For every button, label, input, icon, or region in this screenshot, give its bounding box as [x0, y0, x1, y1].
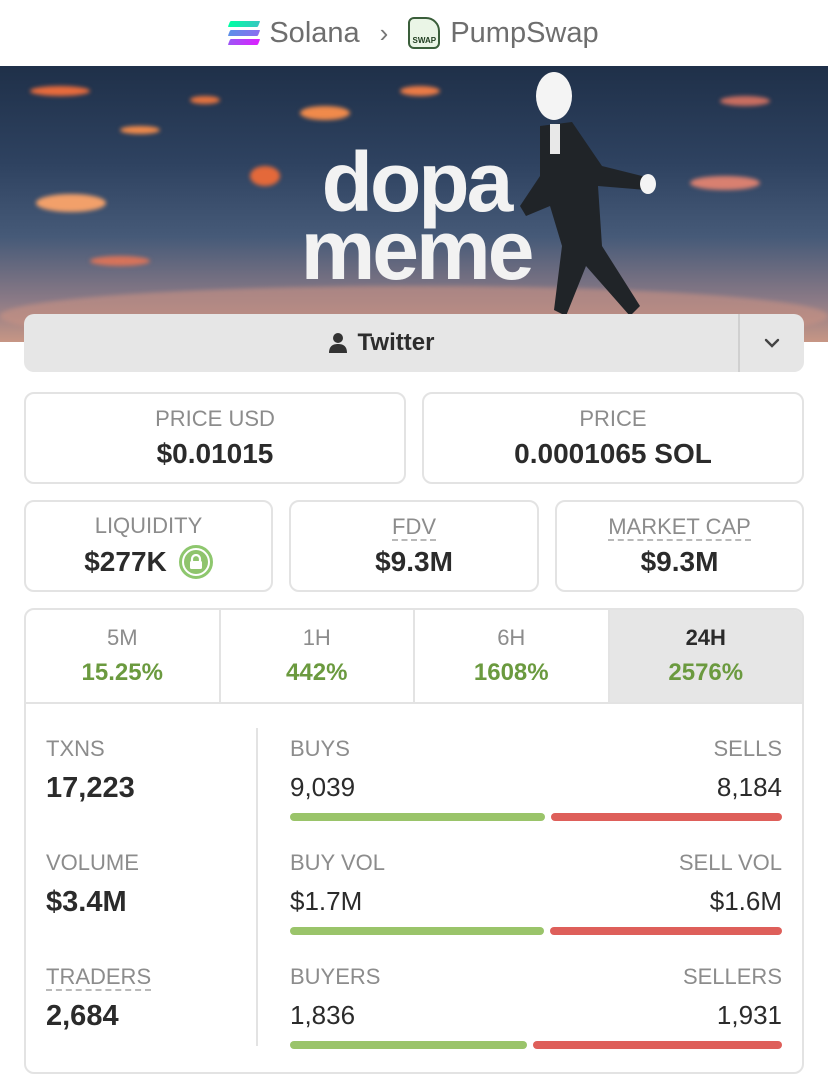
- social-links-bar: Twitter: [24, 314, 804, 372]
- price-change: 442%: [286, 659, 348, 686]
- chevron-right-icon: ›: [379, 17, 389, 48]
- chevron-down-icon: [764, 338, 780, 348]
- txns-stat: TXNS 17,223: [46, 736, 135, 804]
- buy-sell-volume-row: BUY VOL SELL VOL $1.7M $1.6M: [290, 850, 782, 935]
- tab-24h[interactable]: 24H 2576%: [609, 610, 802, 702]
- price-change: 1608%: [473, 659, 549, 686]
- twitter-button[interactable]: Twitter: [24, 314, 738, 372]
- tab-1h[interactable]: 1H 442%: [221, 610, 415, 702]
- liquidity-label: LIQUIDITY: [94, 513, 203, 538]
- pumpswap-logo-icon: SWAP: [408, 17, 441, 49]
- breadcrumb-dex[interactable]: SWAP PumpSwap: [408, 16, 599, 50]
- volume-ratio-bar: [290, 927, 782, 935]
- price-usd-value: $0.01015: [156, 438, 274, 469]
- breadcrumb-chain[interactable]: Solana: [228, 16, 360, 50]
- traders-ratio-bar: [290, 1041, 782, 1049]
- buyers-sellers-row: BUYERS SELLERS 1,836 1,931: [290, 964, 782, 1049]
- market-cap-value: $9.3M: [640, 546, 719, 577]
- buy-vol-value: $1.7M: [290, 886, 363, 916]
- period-tabs: 5M 15.25% 1H 442% 6H 1608% 24H 2576%: [26, 610, 802, 704]
- token-banner: dopa meme: [0, 66, 828, 342]
- volume-stat: VOLUME $3.4M: [46, 850, 139, 918]
- price-native-label: PRICE: [579, 406, 647, 431]
- column-divider: [256, 728, 258, 1046]
- token-title: dopa meme: [300, 135, 535, 297]
- transaction-details: TXNS 17,223 VOLUME $3.4M TRADERS 2,684 B…: [26, 706, 802, 1072]
- tab-6h[interactable]: 6H 1608%: [415, 610, 610, 702]
- price-change: 2576%: [668, 659, 744, 686]
- fdv-label[interactable]: FDV: [392, 514, 436, 541]
- traders-label[interactable]: TRADERS: [46, 964, 152, 991]
- price-native-value: 0.0001065 SOL: [514, 438, 712, 469]
- solana-logo-icon: [228, 21, 261, 45]
- price-change: 15.25%: [81, 659, 163, 686]
- user-icon: [328, 333, 347, 353]
- more-links-toggle[interactable]: [738, 314, 804, 372]
- price-native-card: PRICE 0.0001065 SOL: [422, 392, 804, 484]
- chain-name: Solana: [269, 16, 360, 49]
- price-usd-label: PRICE USD: [155, 406, 275, 431]
- price-usd-card: PRICE USD $0.01015: [24, 392, 406, 484]
- market-cap-card: MARKET CAP $9.3M: [555, 500, 804, 592]
- fdv-value: $9.3M: [375, 546, 453, 577]
- sells-value: 8,184: [716, 772, 782, 802]
- liquidity-lock-icon[interactable]: [178, 545, 213, 579]
- dex-name: PumpSwap: [450, 16, 599, 49]
- liquidity-card: LIQUIDITY $277K: [24, 500, 273, 592]
- twitter-label: Twitter: [357, 329, 435, 356]
- breadcrumb: Solana › SWAP PumpSwap: [0, 0, 828, 66]
- fdv-card: FDV $9.3M: [289, 500, 539, 592]
- sellers-value: 1,931: [716, 1000, 782, 1030]
- suited-figure-illustration: [520, 72, 656, 316]
- sell-vol-value: $1.6M: [709, 886, 782, 916]
- liquidity-value: $277K: [84, 546, 167, 577]
- tab-5m[interactable]: 5M 15.25%: [26, 610, 221, 702]
- buyers-value: 1,836: [290, 1000, 356, 1030]
- buys-value: 9,039: [290, 772, 356, 802]
- stats-panel: 5M 15.25% 1H 442% 6H 1608% 24H 2576% TXN…: [24, 608, 804, 1074]
- buys-sells-row: BUYS SELLS 9,039 8,184: [290, 736, 782, 821]
- buys-sells-ratio-bar: [290, 813, 782, 821]
- market-cap-label[interactable]: MARKET CAP: [608, 514, 751, 541]
- traders-stat: TRADERS 2,684: [46, 964, 152, 1032]
